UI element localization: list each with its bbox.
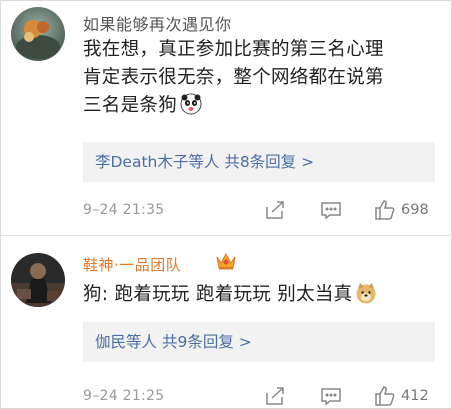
comment-meta: 9–24 21:35 698 [83, 198, 443, 224]
panda-face-emoji [180, 93, 202, 115]
comment-text-fragment: 狗: 跑着玩玩 跑着玩玩 别太当真 [83, 284, 353, 305]
doge-face-emoji [355, 282, 377, 304]
replies-count[interactable]: 共9条回复 > [162, 333, 252, 351]
timestamp: 9–24 21:35 [83, 202, 165, 218]
share-icon[interactable] [263, 384, 287, 408]
comment-icon[interactable] [319, 198, 343, 222]
replies-summary[interactable]: 李Death木子等人 共8条回复 > [83, 142, 435, 182]
comment-text-line-last: 狗: 跑着玩玩 跑着玩玩 别太当真 [83, 281, 377, 309]
comment-meta: 9–24 21:25 412 [83, 384, 443, 409]
comment-list: 如果能够再次遇见你 我在想，真正参加比赛的第三名心理 肯定表示很无奈，整个网络都… [0, 0, 452, 409]
comment-text-line: 肯定表示很无奈，整个网络都在说第 [83, 67, 384, 88]
crown-icon [215, 251, 237, 271]
comment-text-fragment: 三名是条狗 [83, 95, 178, 116]
divider [1, 235, 452, 236]
comment-item: 如果能够再次遇见你 我在想，真正参加比赛的第三名心理 肯定表示很无奈，整个网络都… [1, 1, 452, 235]
username[interactable]: 如果能够再次遇见你 [83, 11, 232, 35]
comment-icon[interactable] [319, 384, 343, 408]
like-count: 698 [401, 202, 429, 218]
like-icon[interactable] [373, 384, 397, 408]
comment-text: 我在想，真正参加比赛的第三名心理 肯定表示很无奈，整个网络都在说第 三名是条狗 [83, 36, 384, 120]
comment-text-line-last: 三名是条狗 [83, 92, 384, 120]
replies-count[interactable]: 共8条回复 > [224, 153, 314, 171]
share-icon[interactable] [263, 198, 287, 222]
avatar[interactable] [11, 7, 65, 61]
username[interactable]: 鞋神·一品团队 [83, 254, 181, 275]
like-icon[interactable] [373, 198, 397, 222]
like-count: 412 [401, 388, 429, 404]
replies-users[interactable]: 伽民等人 [95, 333, 157, 351]
comment-text: 狗: 跑着玩玩 跑着玩玩 别太当真 [83, 281, 377, 309]
comment-item: 鞋神·一品团队 狗: 跑着玩玩 跑着玩玩 别太当真 伽民等人 共9条回复 > 9… [1, 237, 452, 409]
timestamp: 9–24 21:25 [83, 388, 165, 404]
avatar[interactable] [11, 253, 65, 307]
replies-summary[interactable]: 伽民等人 共9条回复 > [83, 322, 435, 362]
replies-users[interactable]: 李Death木子等人 [95, 153, 219, 171]
comment-text-line: 我在想，真正参加比赛的第三名心理 [83, 39, 384, 60]
